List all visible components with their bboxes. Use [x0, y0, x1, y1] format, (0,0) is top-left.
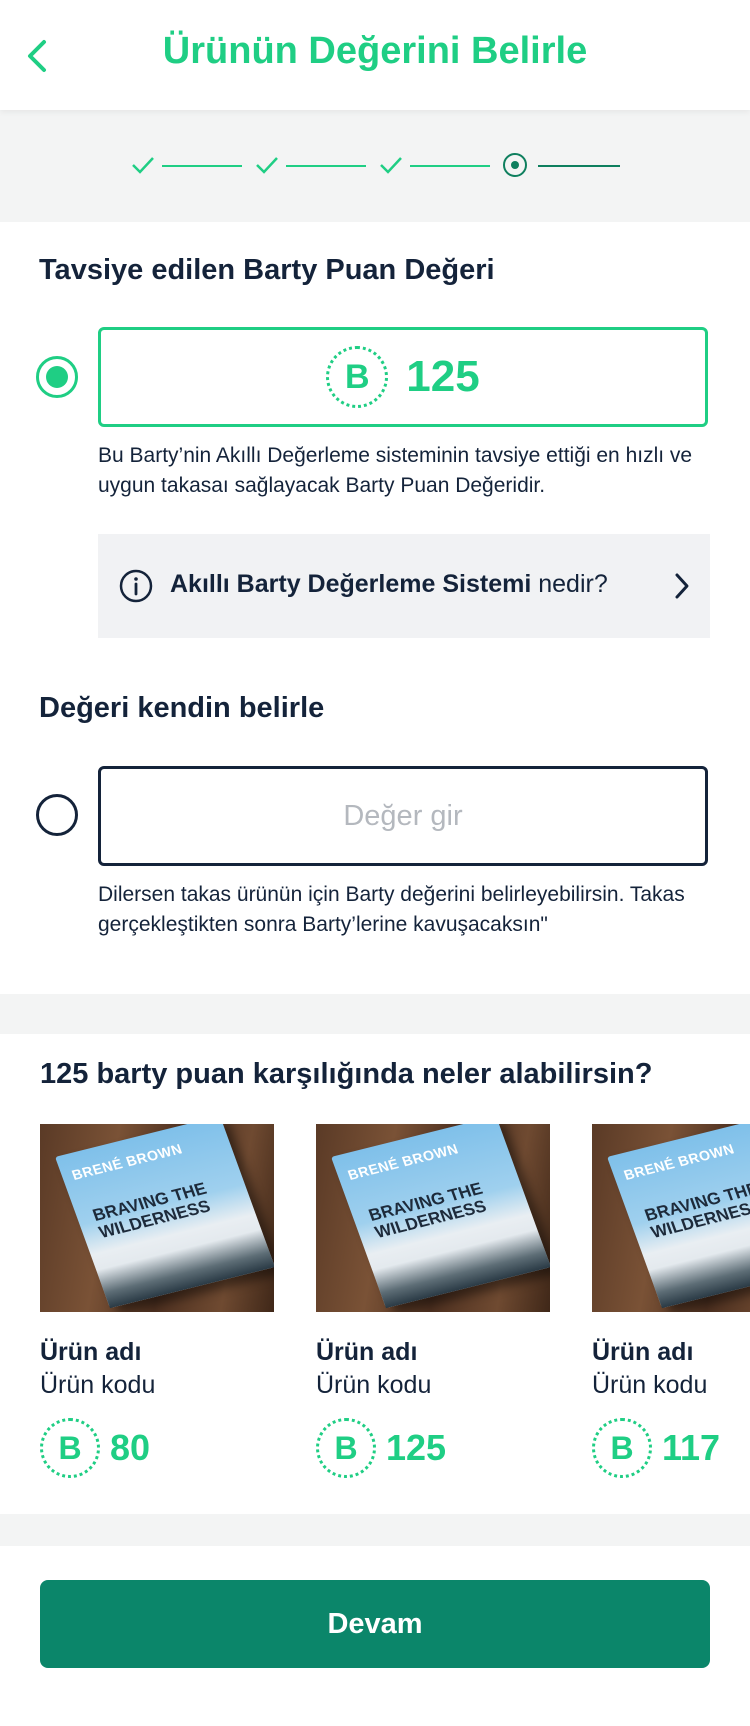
app-header: Ürünün Değerini Belirle	[0, 0, 750, 110]
page-title: Ürünün Değerini Belirle	[162, 30, 588, 72]
product-card[interactable]: BRENÉ BROWN BRAVING THE WILDERNESS Ürün a…	[592, 1124, 750, 1478]
continue-button[interactable]: Devam	[40, 1580, 710, 1668]
product-price: B 125	[316, 1418, 552, 1478]
step-connector	[162, 165, 242, 167]
info-card-text: Akıllı Barty Değerleme Sistemi nedir?	[170, 570, 608, 598]
chevron-right-icon	[675, 573, 689, 599]
barty-coin-icon: B	[592, 1418, 652, 1478]
step-4-current-indicator	[503, 153, 527, 177]
barty-coin-icon: B	[316, 1418, 376, 1478]
recommended-value: 125	[406, 352, 480, 401]
product-card[interactable]: BRENÉ BROWN BRAVING THE WILDERNESS Ürün a…	[40, 1124, 276, 1478]
product-price: B 80	[40, 1418, 276, 1478]
product-image: BRENÉ BROWN BRAVING THE WILDERNESS	[40, 1124, 274, 1312]
step-3-check-icon	[380, 157, 402, 174]
recommended-description: Bu Barty’nin Akıllı Değerleme sisteminin…	[98, 444, 693, 497]
suggestions-title: 125 barty puan karşılığında neler alabil…	[40, 1058, 653, 1090]
custom-description: Dilersen takas ürünün için Barty değerin…	[98, 883, 685, 936]
custom-value-input[interactable]	[101, 769, 705, 863]
product-code: Ürün kodu	[316, 1371, 432, 1399]
step-1-check-icon	[132, 157, 154, 174]
product-name: Ürün adı	[316, 1338, 418, 1366]
product-code: Ürün kodu	[592, 1371, 708, 1399]
step-connector-pending	[538, 165, 620, 167]
custom-value-radio[interactable]	[36, 794, 78, 836]
product-image: BRENÉ BROWN BRAVING THE WILDERNESS	[592, 1124, 750, 1312]
step-2-check-icon	[256, 157, 278, 174]
progress-stepper	[0, 110, 750, 222]
step-connector	[410, 165, 490, 167]
barty-coin-icon: B	[40, 1418, 100, 1478]
recommended-section-title: Tavsiye edilen Barty Puan Değeri	[39, 254, 495, 286]
recommended-value-box[interactable]: B 125	[98, 327, 708, 427]
custom-section-title: Değeri kendin belirle	[39, 692, 325, 724]
product-price: B 117	[592, 1418, 750, 1478]
product-card[interactable]: BRENÉ BROWN BRAVING THE WILDERNESS Ürün a…	[316, 1124, 552, 1478]
custom-value-field[interactable]	[98, 766, 708, 866]
product-name: Ürün adı	[592, 1338, 694, 1366]
product-name: Ürün adı	[40, 1338, 142, 1366]
info-circle-icon	[119, 569, 153, 603]
smart-valuation-info-link[interactable]: Akıllı Barty Değerleme Sistemi nedir?	[98, 534, 710, 638]
step-connector	[286, 165, 366, 167]
product-code: Ürün kodu	[40, 1371, 156, 1399]
recommended-value-radio[interactable]	[36, 356, 78, 398]
barty-coin-icon: B	[326, 346, 389, 408]
section-divider	[0, 994, 750, 1034]
section-divider	[0, 1514, 750, 1546]
product-image: BRENÉ BROWN BRAVING THE WILDERNESS	[316, 1124, 550, 1312]
